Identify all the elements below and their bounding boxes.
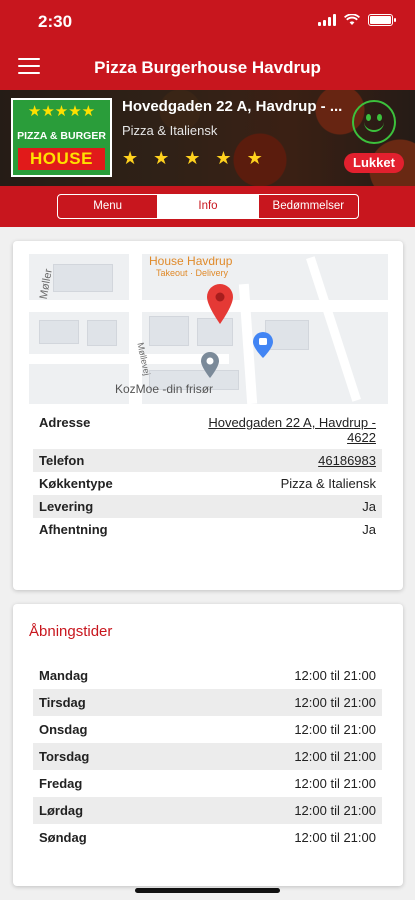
restaurant-address: Hovedgaden 22 A, Havdrup - ...: [122, 98, 343, 115]
map[interactable]: Møller Møllevej House Havdrup Takeout · …: [29, 254, 388, 404]
status-badge: Lukket: [344, 153, 404, 173]
status-icons: [318, 14, 396, 26]
star-icon: ★: [153, 148, 170, 168]
rating-stars: ★ ★ ★ ★ ★: [122, 148, 263, 169]
map-street-label: Møller: [37, 267, 55, 301]
tab-info[interactable]: Info: [158, 195, 259, 218]
info-row-pickup: Afhentning Ja: [39, 522, 376, 537]
map-poi-label: KozMoe -din frisør: [115, 382, 214, 396]
star-icon: ★: [215, 148, 232, 168]
info-row-delivery: Levering Ja: [33, 495, 382, 518]
hours-row: Søndag 12:00 til 21:00: [39, 830, 376, 845]
logo-stars: ★★★★★: [27, 103, 96, 120]
poi-pin-icon: [201, 352, 219, 378]
segmented-control: Menu Info Bedømmelser: [57, 194, 359, 219]
hours-row: Mandag 12:00 til 21:00: [39, 668, 376, 683]
hours-row: Torsdag 12:00 til 21:00: [33, 743, 382, 770]
opening-hours-card: Åbningstider Mandag 12:00 til 21:00 Tirsd…: [13, 604, 403, 886]
info-row-phone: Telefon 46186983: [33, 449, 382, 472]
info-row-address: Adresse Hovedgaden 22 A, Havdrup - 4622: [39, 415, 376, 445]
home-indicator[interactable]: [135, 888, 280, 893]
restaurant-logo: ★★★★★ PIZZA & BURGER HOUSE: [11, 98, 112, 177]
map-pin-icon[interactable]: [207, 284, 233, 324]
hours-row: Fredag 12:00 til 21:00: [39, 776, 376, 791]
star-icon: ★: [122, 148, 139, 168]
status-bar: 2:30: [0, 0, 415, 44]
battery-icon: [368, 14, 396, 26]
smiley-icon[interactable]: [352, 100, 396, 144]
tab-bar: Menu Info Bedømmelser: [0, 186, 415, 227]
address-link[interactable]: Hovedgaden 22 A, Havdrup - 4622: [186, 415, 376, 445]
wifi-icon: [344, 14, 360, 25]
star-icon: ★: [246, 148, 263, 168]
map-badge-icon: [253, 332, 273, 358]
map-place-label: House Havdrup: [149, 254, 233, 268]
nav-bar: Pizza Burgerhouse Havdrup: [0, 44, 415, 90]
restaurant-category: Pizza & Italiensk: [122, 123, 218, 138]
star-icon: ★: [184, 148, 201, 168]
tab-menu[interactable]: Menu: [58, 195, 159, 218]
hours-row: Tirsdag 12:00 til 21:00: [33, 689, 382, 716]
hours-row: Onsdag 12:00 til 21:00: [39, 722, 376, 737]
status-time: 2:30: [38, 12, 73, 31]
opening-hours-list: Mandag 12:00 til 21:00 Tirsdag 12:00 til 2…: [33, 662, 382, 851]
info-row-cuisine: Køkkentype Pizza & Italiensk: [39, 476, 376, 491]
tab-ratings[interactable]: Bedømmelser: [259, 195, 358, 218]
signal-icon: [318, 14, 336, 26]
info-card: Møller Møllevej House Havdrup Takeout · …: [13, 241, 403, 590]
hours-row: Lørdag 12:00 til 21:00: [33, 797, 382, 824]
info-list: Adresse Hovedgaden 22 A, Havdrup - 4622 …: [33, 411, 382, 541]
opening-hours-title: Åbningstider: [29, 623, 113, 640]
phone-link[interactable]: 46186983: [318, 453, 376, 468]
page-title: Pizza Burgerhouse Havdrup: [94, 58, 321, 77]
map-place-sub: Takeout · Delivery: [156, 268, 229, 278]
